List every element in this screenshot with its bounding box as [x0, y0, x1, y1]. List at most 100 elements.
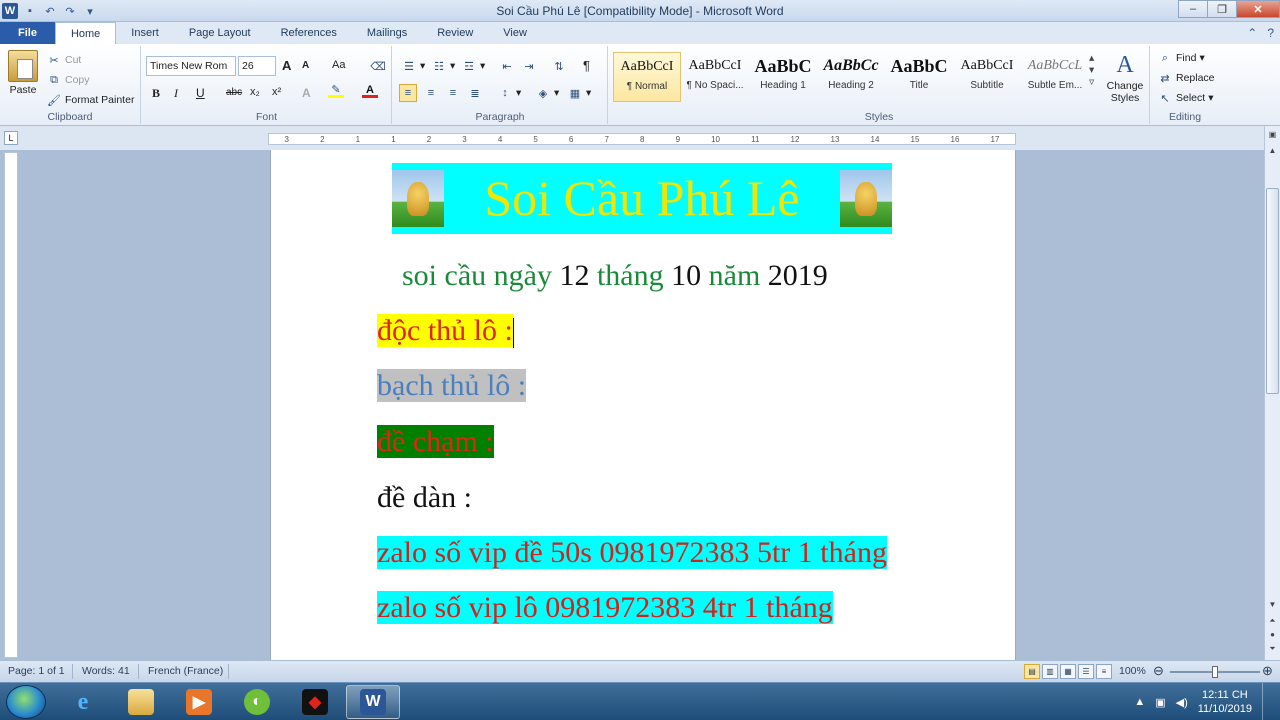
view-ruler-icon[interactable]: ▣ [1266, 128, 1279, 142]
banner-image-right [840, 170, 892, 227]
clear-format-button[interactable]: ⌫ [370, 58, 386, 74]
draft-icon[interactable]: ≡ [1096, 664, 1112, 679]
vertical-scrollbar[interactable]: ▣ ▲ ▼ ⏶ ● ⏷ [1264, 126, 1280, 660]
taskbar-app-green[interactable]: ◐ [230, 685, 284, 719]
taskbar-garena[interactable]: ◆ [288, 685, 342, 719]
tab-view[interactable]: View [488, 22, 542, 44]
clock[interactable]: 12:11 CH 11/10/2019 [1198, 688, 1252, 716]
format-painter-button[interactable]: 🖌 Format Painter [46, 92, 134, 108]
line-spacing-button[interactable]: ↕ ▾ [497, 85, 521, 101]
text-effects-button[interactable]: A [302, 86, 311, 100]
print-layout-icon[interactable]: ▤ [1024, 664, 1040, 679]
next-page-icon[interactable]: ⏷ [1266, 642, 1279, 656]
bold-button[interactable]: B [152, 86, 160, 101]
select-button[interactable]: ↖ Select ▾ [1157, 90, 1213, 106]
subscript-button[interactable]: x₂ [250, 86, 260, 98]
styles-scroll[interactable]: ▴ ▾ ▿ [1089, 52, 1094, 88]
style-subtitle[interactable]: AaBbCcI Subtitle [953, 52, 1021, 102]
grow-font-button[interactable]: A [282, 58, 291, 73]
style-no-spacing[interactable]: AaBbCcI ¶ No Spaci... [681, 52, 749, 102]
increase-indent-button[interactable]: ⇥ [521, 58, 537, 74]
multilevel-button[interactable]: ☲ ▾ [461, 58, 485, 74]
tab-selector[interactable]: L [4, 131, 18, 145]
browse-object-icon[interactable]: ● [1266, 628, 1279, 642]
font-name-combo[interactable]: Times New Rom [146, 56, 236, 76]
minimize-icon[interactable]: – [1178, 0, 1208, 18]
document-page[interactable]: Soi Cầu Phú Lê soi cầu ngày 12 tháng 10 … [270, 150, 1016, 662]
bullets-button[interactable]: ☰ ▾ [401, 58, 425, 74]
replace-button[interactable]: ⇄ Replace [1157, 70, 1214, 86]
shrink-font-button[interactable]: A [302, 60, 309, 71]
tab-review[interactable]: Review [422, 22, 488, 44]
full-screen-reading-icon[interactable]: ▥ [1042, 664, 1058, 679]
tab-home[interactable]: Home [54, 22, 117, 44]
borders-button[interactable]: ▦ ▾ [567, 85, 591, 101]
align-right-button[interactable]: ≡ [445, 85, 461, 101]
web-layout-icon[interactable]: ▦ [1060, 664, 1076, 679]
zoom-slider[interactable] [1170, 666, 1260, 678]
style-subtle-emphasis[interactable]: AaBbCcL Subtle Em... [1021, 52, 1089, 102]
change-case-button[interactable]: Aa [332, 59, 345, 71]
restore-icon[interactable]: ❐ [1207, 0, 1237, 18]
style-heading-2[interactable]: AaBbCc Heading 2 [817, 52, 885, 102]
zoom-level[interactable]: 100% [1119, 665, 1146, 677]
justify-button[interactable]: ≣ [467, 85, 483, 101]
doc-line-2: bạch thủ lô : [377, 369, 527, 402]
highlight-button[interactable]: ✎ [328, 84, 344, 98]
show-hidden-icons-icon[interactable]: ▲ [1134, 696, 1145, 708]
vertical-ruler[interactable] [4, 152, 18, 658]
align-left-button[interactable]: ≡ [399, 84, 417, 102]
italic-button[interactable]: I [174, 86, 178, 101]
cut-button[interactable]: ✂ Cut [46, 52, 81, 68]
change-styles-button[interactable]: A Change Styles [1105, 50, 1145, 104]
previous-page-icon[interactable]: ⏶ [1266, 614, 1279, 628]
shading-button[interactable]: ◈ ▾ [535, 85, 560, 101]
font-color-button[interactable]: A [362, 84, 378, 98]
tab-file[interactable]: File [0, 22, 55, 44]
zoom-out-icon[interactable]: ⊖ [1153, 663, 1164, 679]
show-formatting-button[interactable]: ¶ [583, 58, 590, 73]
zoom-slider-thumb[interactable] [1212, 666, 1218, 678]
style-heading-1[interactable]: AaBbC Heading 1 [749, 52, 817, 102]
volume-icon[interactable]: ◀) [1176, 696, 1188, 709]
start-button[interactable] [6, 685, 46, 719]
tab-mailings[interactable]: Mailings [352, 22, 422, 44]
superscript-button[interactable]: x² [272, 86, 281, 98]
strikethrough-button[interactable]: abc [226, 87, 242, 98]
zoom-in-icon[interactable]: ⊕ [1262, 663, 1273, 679]
minimize-ribbon-icon[interactable]: ⌃ [1247, 26, 1257, 40]
copy-button[interactable]: ⧉ Copy [46, 72, 89, 88]
find-button[interactable]: ⌕ Find ▾ [1157, 50, 1205, 66]
scroll-thumb[interactable] [1266, 188, 1279, 394]
network-icon[interactable]: ▣ [1155, 696, 1165, 709]
tab-page-layout[interactable]: Page Layout [174, 22, 266, 44]
paste-button[interactable]: Paste [8, 50, 38, 96]
tab-insert[interactable]: Insert [116, 22, 174, 44]
close-icon[interactable]: ✕ [1236, 0, 1280, 18]
underline-button[interactable]: U [196, 86, 205, 100]
decrease-indent-button[interactable]: ⇤ [499, 58, 515, 74]
ruler-mark: 11 [751, 134, 760, 144]
help-icon[interactable]: ? [1267, 26, 1274, 40]
horizontal-ruler[interactable]: 3 2 1 1 2 3 4 5 6 7 8 9 10 11 12 13 14 15 16 17 [268, 133, 1016, 145]
style-title[interactable]: AaBbC Title [885, 52, 953, 102]
numbering-button[interactable]: ☷ ▾ [431, 58, 455, 74]
align-center-button[interactable]: ≡ [423, 85, 439, 101]
font-size-combo[interactable]: 26 [238, 56, 276, 76]
clipboard-label: Clipboard [47, 111, 93, 123]
page-count[interactable]: Page: 1 of 1 [8, 665, 65, 677]
outline-icon[interactable]: ☰ [1078, 664, 1094, 679]
style-normal[interactable]: AaBbCcI ¶ Normal [613, 52, 681, 102]
show-desktop-button[interactable] [1262, 683, 1272, 720]
word-count[interactable]: Words: 41 [82, 665, 130, 677]
taskbar-media-player[interactable]: ▶ [172, 685, 226, 719]
taskbar-word[interactable]: W [346, 685, 400, 719]
scroll-up-icon[interactable]: ▲ [1266, 144, 1279, 158]
language[interactable]: French (France) [148, 665, 223, 677]
tab-references[interactable]: References [266, 22, 352, 44]
taskbar-explorer[interactable] [114, 685, 168, 719]
scroll-down-icon[interactable]: ▼ [1266, 598, 1279, 612]
taskbar-internet-explorer[interactable]: e [56, 685, 110, 719]
sort-button[interactable]: ⇅ [551, 58, 567, 74]
ruler-mark: 3 [284, 134, 289, 144]
